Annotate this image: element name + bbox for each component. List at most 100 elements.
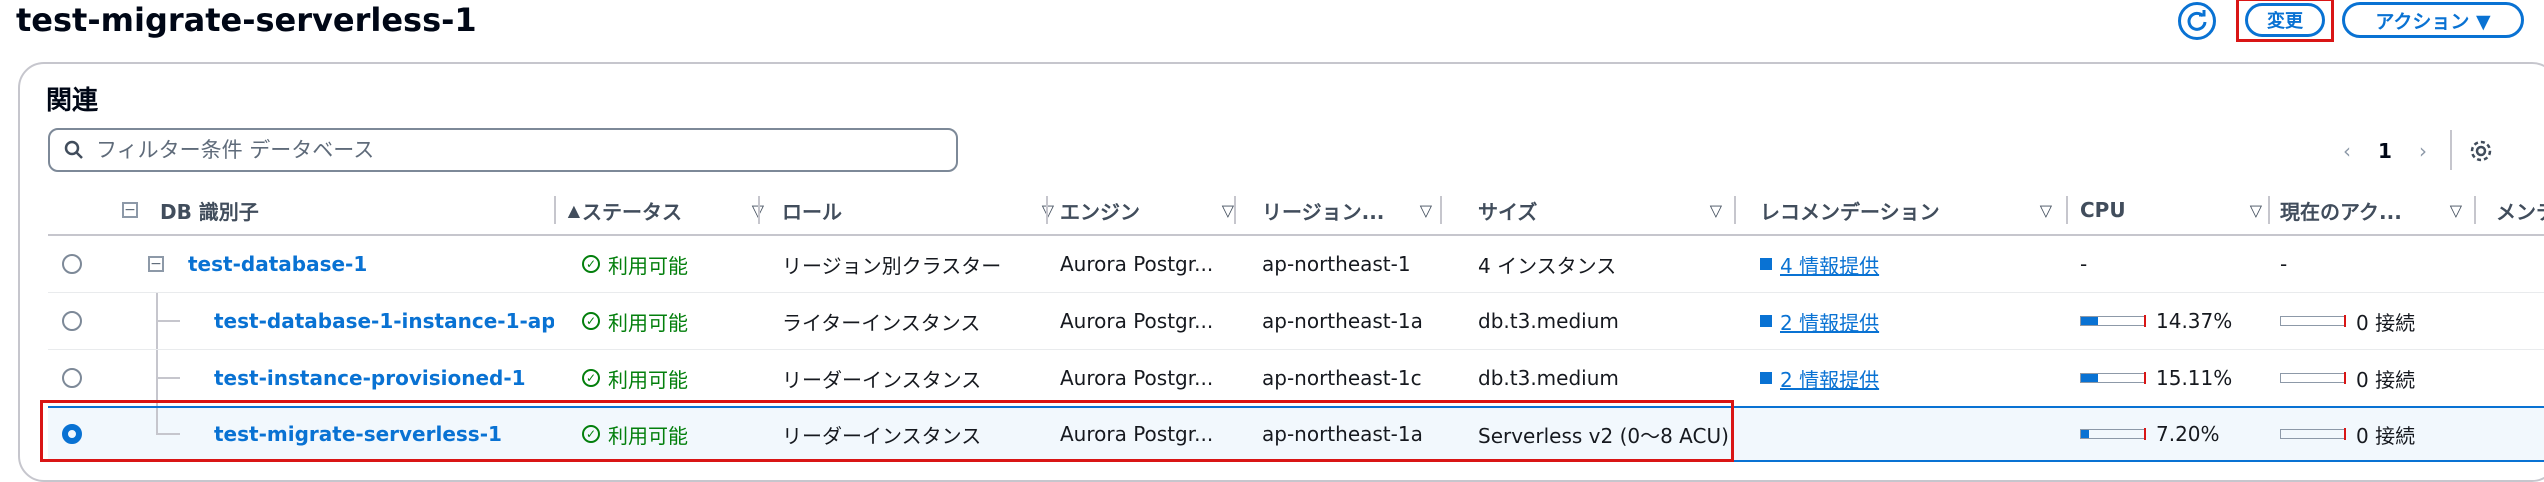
cpu-cell: 7.20%	[2080, 408, 2260, 460]
db-id-link[interactable]: test-database-1-instance-1-ap-nortl	[214, 309, 554, 333]
recommendation-link[interactable]: 4 情報提供	[1760, 236, 2060, 292]
activity-bar	[2280, 315, 2346, 327]
sort-icon: ▽	[2039, 200, 2052, 220]
actions-button[interactable]: アクション ▼	[2342, 2, 2524, 38]
tree-line	[156, 408, 158, 435]
sort-asc-icon: ▲	[567, 200, 580, 220]
table-row[interactable]: test-instance-provisioned-1 ✓ 利用可能 リーダーイン…	[48, 350, 2544, 406]
check-circle-icon: ✓	[582, 255, 600, 273]
sort-icon: ▽	[1221, 200, 1234, 220]
cpu-cell: 15.11%	[2080, 350, 2260, 406]
table-header: − DB 識別子▲ ステータス▽ ロール▽ エンジン▽ リージョン...▽ サイ…	[48, 186, 2544, 234]
column-divider[interactable]	[1234, 196, 1236, 224]
cpu-bar	[2080, 315, 2146, 327]
row-radio-selected[interactable]	[62, 424, 82, 444]
activity-cell: 0 接続	[2280, 408, 2470, 460]
check-circle-icon: ✓	[582, 425, 600, 443]
role-cell: リーダーインスタンス	[782, 423, 982, 448]
column-header-status[interactable]: ステータス▽	[582, 186, 782, 234]
collapse-icon[interactable]: −	[148, 256, 164, 272]
column-header-recommendation[interactable]: レコメンデーション ▽	[1760, 186, 2070, 234]
column-header-role[interactable]: ロール▽	[782, 186, 1072, 234]
table-row[interactable]: test-database-1-instance-1-ap-nortl ✓利用可…	[48, 293, 2544, 349]
page-number[interactable]: 1	[2370, 134, 2400, 168]
preferences-button[interactable]	[2464, 134, 2498, 168]
db-id-link[interactable]: test-database-1	[188, 252, 367, 276]
engine-cell: Aurora Postgr...	[1060, 252, 1214, 276]
db-id-link[interactable]: test-instance-provisioned-1	[214, 366, 526, 390]
recommendation-link[interactable]: 2 情報提供	[1760, 293, 2060, 349]
column-divider[interactable]	[2066, 196, 2068, 224]
column-header-maintenance[interactable]: メンテ	[2496, 186, 2544, 234]
info-square-icon	[1760, 315, 1772, 327]
recommendation-link[interactable]: 2 情報提供	[1760, 350, 2060, 406]
column-divider[interactable]	[2268, 196, 2270, 224]
engine-cell: Aurora Postgr...	[1060, 309, 1214, 333]
row-radio[interactable]	[62, 368, 82, 388]
column-divider[interactable]	[2474, 196, 2476, 224]
column-header-db-id[interactable]: DB 識別子 ▲	[160, 186, 598, 234]
size-cell: db.t3.medium	[1478, 309, 1619, 333]
status-badge: ✓ 利用可能	[582, 350, 762, 406]
activity-cell: 0 接続	[2280, 293, 2470, 349]
role-cell: リージョン別クラスター	[782, 253, 1002, 278]
row-radio[interactable]	[62, 311, 82, 331]
column-header-cpu[interactable]: CPU ▽	[2080, 186, 2280, 234]
info-square-icon	[1760, 258, 1772, 270]
pager-divider	[2450, 130, 2452, 170]
column-header-region[interactable]: リージョン... ▽	[1262, 186, 1450, 234]
column-divider[interactable]	[1440, 196, 1442, 224]
next-page-button[interactable]: ›	[2410, 134, 2436, 168]
size-cell: 4 インスタンス	[1478, 253, 1617, 278]
db-id-link[interactable]: test-migrate-serverless-1	[214, 422, 502, 446]
status-badge: ✓ 利用可能	[582, 293, 762, 349]
region-cell: ap-northeast-1	[1262, 252, 1411, 276]
column-divider[interactable]	[554, 196, 556, 224]
status-badge: ✓ 利用可能	[582, 408, 762, 460]
tree-line	[156, 320, 180, 322]
sort-icon: ▽	[2249, 200, 2262, 220]
column-divider[interactable]	[758, 196, 760, 224]
cpu-cell: -	[2080, 252, 2088, 276]
activity-cell: 0 接続	[2280, 350, 2470, 406]
info-square-icon	[1760, 372, 1772, 384]
engine-cell: Aurora Postgr...	[1060, 422, 1214, 446]
activity-bar	[2280, 428, 2346, 440]
cpu-bar	[2080, 428, 2146, 440]
check-circle-icon: ✓	[582, 312, 600, 330]
activity-bar	[2280, 372, 2346, 384]
refresh-button[interactable]	[2178, 2, 2216, 40]
search-box[interactable]	[48, 128, 958, 172]
check-circle-icon: ✓	[582, 369, 600, 387]
table-row-selected[interactable]: test-migrate-serverless-1 ✓ 利用可能 リーダーインスタ…	[48, 406, 2544, 462]
column-header-activity[interactable]: 現在のアク... ▽	[2280, 186, 2480, 234]
column-header-engine[interactable]: エンジン ▽	[1060, 186, 1252, 234]
region-cell: ap-northeast-1a	[1262, 422, 1423, 446]
role-cell: リーダーインスタンス	[782, 367, 982, 392]
edit-button-highlight: 変更	[2236, 0, 2334, 42]
engine-cell: Aurora Postgr...	[1060, 366, 1214, 390]
activity-cell: -	[2280, 252, 2288, 276]
size-cell: Serverless v2 (0〜8 ACU)	[1478, 423, 1729, 448]
page-title: test-migrate-serverless-1	[16, 1, 477, 39]
section-title: 関連	[46, 86, 99, 116]
prev-page-button[interactable]: ‹	[2334, 134, 2360, 168]
table-row[interactable]: − test-database-1 ✓ 利用可能 リージョン別クラスター Auro…	[48, 236, 2544, 292]
edit-button[interactable]: 変更	[2245, 3, 2325, 37]
column-divider[interactable]	[1046, 196, 1048, 224]
sort-icon: ▽	[1419, 200, 1432, 220]
tree-line	[156, 377, 180, 379]
column-divider[interactable]	[1734, 196, 1736, 224]
collapse-all-icon[interactable]: −	[122, 202, 138, 218]
sort-icon: ▽	[1709, 200, 1722, 220]
role-cell: ライターインスタンス	[782, 310, 981, 335]
column-header-size[interactable]: サイズ ▽	[1478, 186, 1740, 234]
cpu-cell: 14.37%	[2080, 293, 2260, 349]
gear-icon	[2470, 140, 2492, 162]
row-radio[interactable]	[62, 254, 82, 274]
search-input[interactable]	[94, 137, 938, 163]
sort-icon: ▽	[2449, 200, 2462, 220]
region-cell: ap-northeast-1a	[1262, 309, 1423, 333]
tree-line	[156, 433, 180, 435]
region-cell: ap-northeast-1c	[1262, 366, 1422, 390]
